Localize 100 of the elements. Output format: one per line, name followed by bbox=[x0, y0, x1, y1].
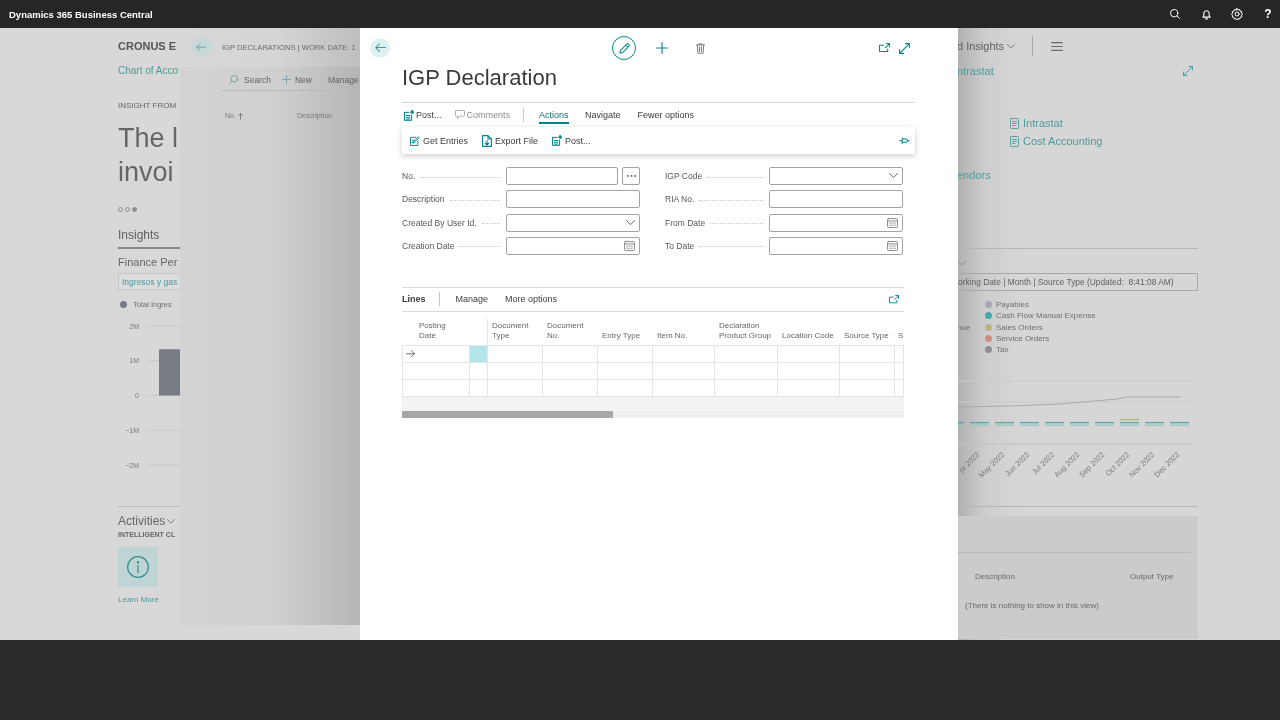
legend-label: Tax bbox=[996, 345, 1009, 355]
speech-bubble-icon bbox=[454, 110, 465, 120]
menu-item[interactable]: Get Entries bbox=[410, 135, 469, 146]
bar-segment bbox=[1094, 422, 1115, 427]
menu-icon bbox=[1051, 41, 1064, 51]
menu-tab[interactable]: Navigate bbox=[585, 106, 621, 124]
lines-menu-button[interactable]: More options bbox=[505, 294, 558, 305]
chevron-down-icon bbox=[167, 518, 176, 524]
app-title: Dynamics 365 Business Central bbox=[9, 8, 153, 20]
arrow-right-icon bbox=[406, 350, 415, 358]
dropdown-field[interactable] bbox=[506, 213, 640, 232]
menu-button[interactable] bbox=[1051, 41, 1064, 51]
field-label: RIA No. bbox=[665, 194, 695, 205]
input-field[interactable] bbox=[769, 190, 903, 209]
search-icon bbox=[1170, 9, 1180, 19]
filter-field[interactable]: orking Date | Month | Source Type (Updated: 8:41:08 AM) bbox=[957, 273, 1198, 291]
bar-segment bbox=[1044, 422, 1065, 427]
trash-icon bbox=[695, 42, 705, 54]
column-header[interactable]: Declaration Product Group bbox=[719, 321, 778, 341]
table-cell[interactable] bbox=[895, 346, 904, 363]
input-field[interactable] bbox=[506, 190, 640, 209]
action-button[interactable]: Post... bbox=[402, 106, 442, 124]
field-label: To Date bbox=[665, 241, 695, 251]
document-arrow-icon bbox=[482, 134, 493, 147]
calendar-icon bbox=[624, 240, 635, 251]
calendar-icon bbox=[887, 240, 898, 251]
dropdown-field[interactable] bbox=[769, 167, 903, 185]
headline-text: invoi bbox=[118, 156, 174, 189]
dropdown-menu-button[interactable]: d Insights bbox=[957, 40, 1016, 52]
help-button[interactable]: ? bbox=[1256, 0, 1280, 28]
field-label: Created By User Id. bbox=[402, 217, 477, 228]
carousel-dot-icon[interactable] bbox=[132, 207, 137, 212]
company-name: CRONUS E bbox=[118, 39, 177, 54]
bell-icon bbox=[1201, 8, 1211, 20]
info-icon bbox=[127, 556, 149, 578]
legend-label: Sales Orders bbox=[996, 322, 1043, 332]
fewer-options-button[interactable]: Fewer options bbox=[637, 106, 695, 124]
column-header[interactable]: Document No. bbox=[547, 321, 598, 341]
search-button[interactable]: Search bbox=[229, 74, 271, 85]
table-cell[interactable] bbox=[895, 363, 904, 380]
column-header[interactable]: Location Code bbox=[782, 331, 834, 341]
bar-segment bbox=[1019, 422, 1040, 427]
lines-menu-button[interactable]: Manage bbox=[455, 294, 489, 305]
document-star-icon bbox=[552, 135, 563, 146]
chevron-down-icon bbox=[889, 173, 898, 179]
insight-heading: INSIGHT FROM bbox=[118, 101, 177, 111]
date-field[interactable] bbox=[506, 237, 640, 255]
table-cell[interactable] bbox=[895, 380, 904, 397]
column-header[interactable]: Item No. bbox=[657, 331, 688, 341]
chart-bar bbox=[159, 349, 180, 396]
date-field[interactable] bbox=[769, 213, 903, 232]
page-title: IGP Declaration bbox=[402, 65, 557, 91]
gear-icon bbox=[1231, 8, 1243, 20]
report-icon bbox=[1010, 117, 1019, 129]
search-icon bbox=[229, 75, 238, 84]
plus-icon bbox=[281, 75, 291, 84]
info-tile[interactable] bbox=[118, 547, 158, 587]
input-field[interactable] bbox=[506, 167, 618, 185]
expand-button[interactable] bbox=[1183, 66, 1193, 76]
chevron-down-icon bbox=[958, 260, 966, 266]
box-arrow-icon bbox=[888, 295, 899, 304]
arrow-left-icon bbox=[196, 42, 206, 52]
document-star-icon bbox=[404, 109, 414, 121]
back-button[interactable] bbox=[370, 38, 390, 58]
legend-label: nue bbox=[957, 322, 972, 332]
bar-segment bbox=[1169, 422, 1190, 427]
bar-segment bbox=[1144, 422, 1165, 427]
plus-icon bbox=[656, 42, 668, 54]
report-icon bbox=[1010, 135, 1019, 147]
menu-tab[interactable]: Actions bbox=[539, 106, 569, 124]
field-label: No. bbox=[402, 171, 416, 181]
scrollbar-thumb[interactable] bbox=[402, 411, 613, 418]
arrow-left-icon bbox=[374, 43, 386, 53]
calendar-icon bbox=[887, 217, 898, 228]
column-header[interactable]: Document Type bbox=[492, 321, 543, 341]
headline-text: The l bbox=[118, 122, 179, 155]
assist-edit-button[interactable] bbox=[622, 167, 640, 185]
horizontal-scrollbar[interactable] bbox=[402, 411, 904, 418]
document-pencil-icon bbox=[410, 135, 420, 146]
column-header[interactable]: Entry Type bbox=[602, 331, 641, 341]
insights-tab[interactable]: Insights bbox=[118, 227, 180, 249]
column-header[interactable]: Posting Date bbox=[419, 321, 453, 341]
sort-up-icon bbox=[237, 112, 243, 120]
date-field[interactable] bbox=[769, 237, 903, 255]
edit-button[interactable] bbox=[612, 36, 636, 60]
bar-segment bbox=[1069, 422, 1090, 427]
menu-item[interactable]: Post... bbox=[552, 135, 591, 146]
field-label: From Date bbox=[665, 217, 706, 228]
field-label: Creation Date bbox=[402, 241, 455, 251]
chevron-down-icon bbox=[626, 219, 635, 226]
menu-button[interactable]: Manage bbox=[327, 74, 359, 85]
column-header[interactable]: S bbox=[898, 331, 904, 341]
section-title: Activities bbox=[118, 514, 166, 528]
column-header[interactable]: Source Type bbox=[844, 331, 889, 341]
column-header: Output Type bbox=[1130, 571, 1174, 584]
column-header: Description bbox=[975, 571, 1015, 584]
menu-item[interactable]: Export File bbox=[482, 134, 539, 147]
bar-segment bbox=[994, 422, 1015, 427]
new-button[interactable]: New bbox=[281, 74, 312, 85]
section-title: Lines bbox=[402, 294, 426, 305]
